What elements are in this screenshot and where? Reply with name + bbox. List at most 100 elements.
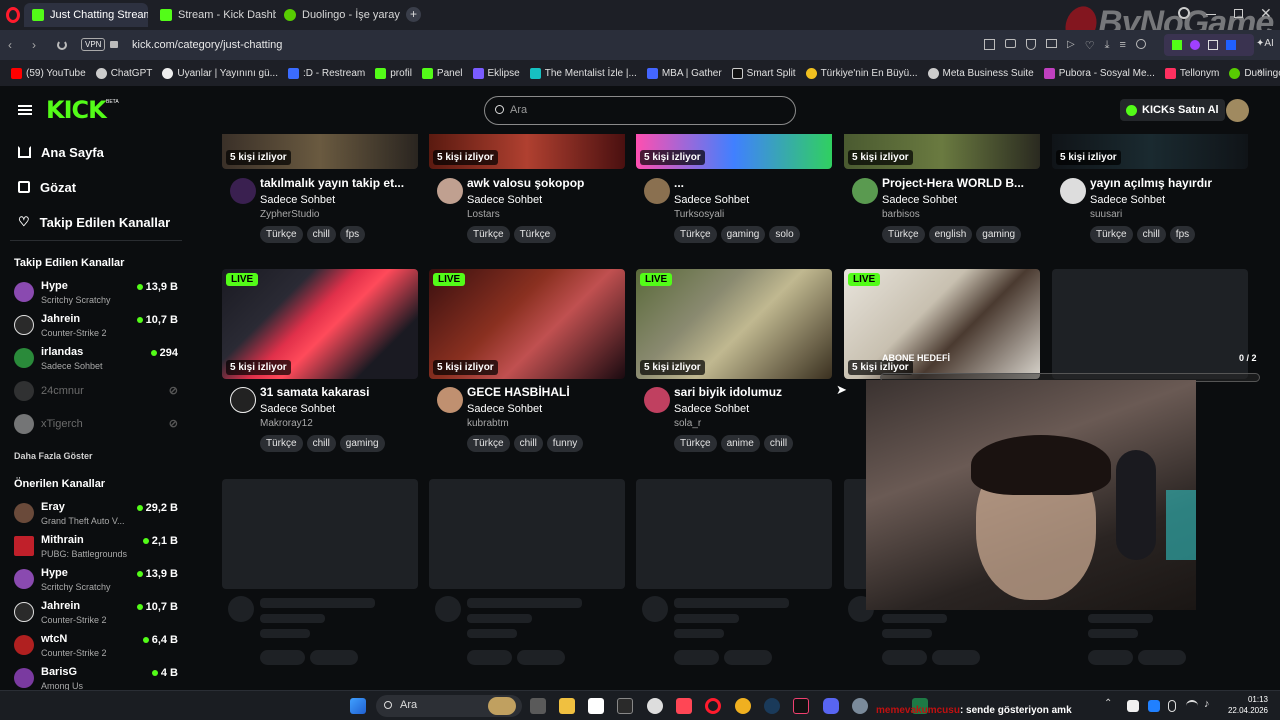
camera-icon[interactable] [1005, 39, 1016, 48]
followed-channel-hype[interactable]: Hype Scritchy Scratchy 13,9 B [14, 278, 182, 310]
recommended-channel-mithrain[interactable]: Mithrain PUBG: Battlegrounds 2,1 B [14, 532, 182, 564]
bookmark-turkiye[interactable]: Türkiye'nin En Büyü... [801, 67, 923, 79]
stream-title[interactable]: Project-Hera WORLD B... [882, 176, 1024, 190]
tf-app-icon[interactable] [617, 698, 633, 714]
avatar[interactable] [437, 387, 463, 413]
tag[interactable]: chill [306, 435, 336, 452]
bookmark-mentalist[interactable]: The Mentalist İzle |... [525, 67, 642, 79]
tag[interactable]: gaming [720, 226, 766, 243]
tab-just-chatting[interactable]: Just Chatting Streaming - [24, 3, 148, 27]
recommended-channel-eray[interactable]: Eray Grand Theft Auto V... 29,2 B [14, 499, 182, 531]
bookmark-eklipse[interactable]: Eklipse [468, 67, 525, 79]
reload-icon[interactable] [57, 40, 67, 50]
user-avatar[interactable] [1226, 99, 1249, 122]
tag[interactable]: anime [720, 435, 760, 452]
tray-app-icon[interactable] [1127, 700, 1139, 712]
extension-box-icon[interactable] [1208, 40, 1218, 50]
avatar[interactable] [1060, 178, 1086, 204]
stream-card[interactable]: 5 kişi izliyor takılmalık yayın takip et… [222, 134, 418, 254]
clock-time[interactable]: 01:13 [1246, 695, 1268, 704]
bookmark-panel[interactable]: Panel [417, 67, 468, 79]
tag[interactable]: chill [1136, 226, 1166, 243]
avatar[interactable] [852, 178, 878, 204]
tag[interactable]: Türkçe [467, 435, 510, 452]
ai-button[interactable]: ✦AI [1256, 38, 1274, 49]
bookmark-meta[interactable]: Meta Business Suite [923, 67, 1039, 79]
stream-card[interactable]: 5 kişi izliyor awk valosu şokopop Sadece… [429, 134, 625, 254]
stream-thumbnail[interactable]: 5 kişi izliyor [1052, 134, 1248, 169]
valorant-icon[interactable] [676, 698, 692, 714]
stream-category[interactable]: Sadece Sohbet [1090, 194, 1165, 206]
stream-thumbnail[interactable]: 5 kişi izliyor [429, 134, 625, 169]
tag[interactable]: gaming [339, 435, 385, 452]
discord-icon[interactable] [823, 698, 839, 714]
tag[interactable]: solo [769, 226, 800, 243]
tag[interactable]: Türkçe [674, 226, 717, 243]
capcut-icon[interactable] [588, 698, 604, 714]
volume-icon[interactable]: ♪ [1204, 698, 1220, 714]
stream-title[interactable]: yayın açılmış hayırdır [1090, 176, 1212, 190]
steam-icon[interactable] [764, 698, 780, 714]
clock-date[interactable]: 22.04.2026 [1226, 706, 1268, 715]
extension-purple-icon[interactable] [1190, 40, 1200, 50]
streamer-name[interactable]: suusari [1090, 209, 1122, 220]
stream-thumbnail[interactable]: 5 kişi izliyor [222, 134, 418, 169]
stream-title[interactable]: 31 samata kakarasi [260, 385, 369, 399]
tag[interactable]: english [928, 226, 973, 243]
stream-card[interactable]: LIVE 5 kişi izliyor sari biyik idolumuz … [636, 269, 832, 459]
bookmark-smart-split[interactable]: Smart Split [727, 67, 801, 79]
stream-title[interactable]: awk valosu şokopop [467, 176, 584, 190]
avatar[interactable] [230, 178, 256, 204]
tab-kick-dashboard[interactable]: Stream - Kick Dashboard [152, 3, 276, 27]
stream-card[interactable]: LIVE 5 kişi izliyor 31 samata kakarasi S… [222, 269, 418, 459]
stream-title[interactable]: ... [674, 176, 684, 190]
tag[interactable]: Türkçe [260, 435, 303, 452]
tag[interactable]: chill [513, 435, 543, 452]
taskbar-search[interactable]: Ara [376, 695, 522, 717]
streamer-name[interactable]: kubrabtm [467, 418, 509, 429]
coin-app-icon[interactable] [735, 698, 751, 714]
stream-thumbnail[interactable]: LIVE 5 kişi izliyor [636, 269, 832, 379]
bookmark-pubora[interactable]: Pubora - Sosyal Me... [1039, 67, 1160, 79]
extension-blue-icon[interactable] [1226, 40, 1236, 50]
nav-browse[interactable]: Gözat [0, 169, 190, 205]
stream-category[interactable]: Sadece Sohbet [882, 194, 957, 206]
kick-logo[interactable]: KICK [46, 96, 107, 124]
tag[interactable]: Türkçe [674, 435, 717, 452]
microphone-icon[interactable] [1168, 700, 1176, 712]
bookmark-restream[interactable]: :D - Restream [283, 67, 370, 79]
search-box[interactable]: Ara [484, 96, 796, 125]
buy-kicks-button[interactable]: KICKs Satın Al [1120, 99, 1225, 121]
stream-category[interactable]: Sadece Sohbet [467, 194, 542, 206]
bookmark-gather[interactable]: MBA | Gather [642, 67, 727, 79]
vpn-badge[interactable]: VPN [81, 38, 106, 51]
avatar[interactable] [437, 178, 463, 204]
streamer-name[interactable]: ZypherStudio [260, 209, 319, 220]
stream-card[interactable]: LIVE 5 kişi izliyor GECE HASBİHALİ Sadec… [429, 269, 625, 459]
tag[interactable]: gaming [976, 226, 1022, 243]
tag[interactable]: funny [546, 435, 584, 452]
opera-app-icon[interactable] [705, 698, 721, 714]
stream-category[interactable]: Sadece Sohbet [467, 403, 542, 415]
tab-duolingo[interactable]: Duolingo - İşe yarayan de [276, 3, 400, 27]
streamer-name[interactable]: Lostars [467, 209, 500, 220]
stream-card[interactable]: 5 kişi izliyor ... Sadece Sohbet Turksos… [636, 134, 832, 254]
stream-title[interactable]: sari biyik idolumuz [674, 385, 782, 399]
bookmark-profil[interactable]: profil [370, 67, 417, 79]
stream-thumbnail[interactable]: 5 kişi izliyor [636, 134, 832, 169]
bookmarks-more-icon[interactable]: » [1252, 66, 1268, 77]
opera-logo-icon[interactable] [6, 7, 20, 23]
stream-category[interactable]: Sadece Sohbet [674, 194, 749, 206]
bookmark-chatgpt[interactable]: ChatGPT [91, 67, 158, 79]
user-icon[interactable] [1135, 39, 1146, 49]
avatar[interactable] [230, 387, 256, 413]
tag[interactable]: Türkçe [1090, 226, 1133, 243]
wifi-icon[interactable] [1186, 700, 1198, 712]
forward-icon[interactable]: › [32, 38, 36, 52]
wallet-icon[interactable] [1046, 39, 1057, 48]
followed-channel-24cmnur[interactable]: 24cmnur ⊘ [14, 377, 182, 409]
tag[interactable]: fps [1169, 226, 1196, 243]
recommended-channel-wtcn[interactable]: wtcN Counter-Strike 2 6,4 B [14, 631, 182, 663]
stream-card[interactable]: 5 kişi izliyor yayın açılmış hayırdır Sa… [1052, 134, 1248, 254]
extension-green-icon[interactable] [1172, 40, 1182, 50]
